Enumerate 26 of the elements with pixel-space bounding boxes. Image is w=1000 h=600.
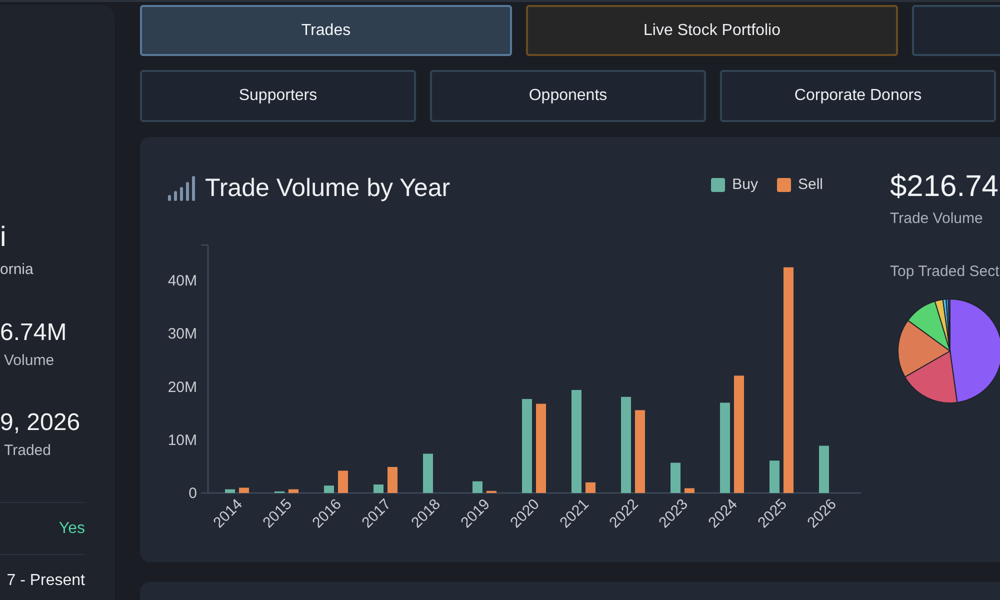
axis-label: 10M (168, 432, 197, 449)
chart-title: Trade Volume by Year (205, 173, 450, 204)
tab[interactable]: Corporate Donors (720, 70, 996, 122)
stat-label: Volume (3, 351, 56, 371)
tab[interactable]: Live Stock Portfolio (526, 5, 898, 56)
axis-tick (201, 244, 208, 246)
tab[interactable]: Supporters (140, 70, 416, 122)
axis-label: 20M (168, 378, 197, 396)
bar-chart-icon (168, 176, 195, 201)
stat-label: Traded (3, 441, 52, 461)
detail-value: 7 - Present (6, 570, 85, 590)
summary-label: Trade Volume (890, 209, 983, 229)
stat-value: 6.74M (0, 318, 68, 348)
profile-name: i (0, 221, 8, 253)
tab[interactable]: Trades (140, 5, 512, 56)
profile-location: ornia (0, 260, 34, 280)
summary-value: $216.74 (890, 169, 998, 205)
section-title: Top Traded Sect (890, 262, 1000, 282)
detail-value: Yes (58, 518, 85, 538)
axis-label: 0 (188, 485, 197, 502)
axis-label: 40M (168, 272, 197, 290)
stat-value: 9, 2026 (0, 408, 82, 438)
tab[interactable]: Opponents (430, 70, 706, 122)
axis-label: 30M (168, 326, 197, 343)
legend-label: Buy (732, 177, 758, 193)
legend-label: Sell (798, 177, 823, 193)
